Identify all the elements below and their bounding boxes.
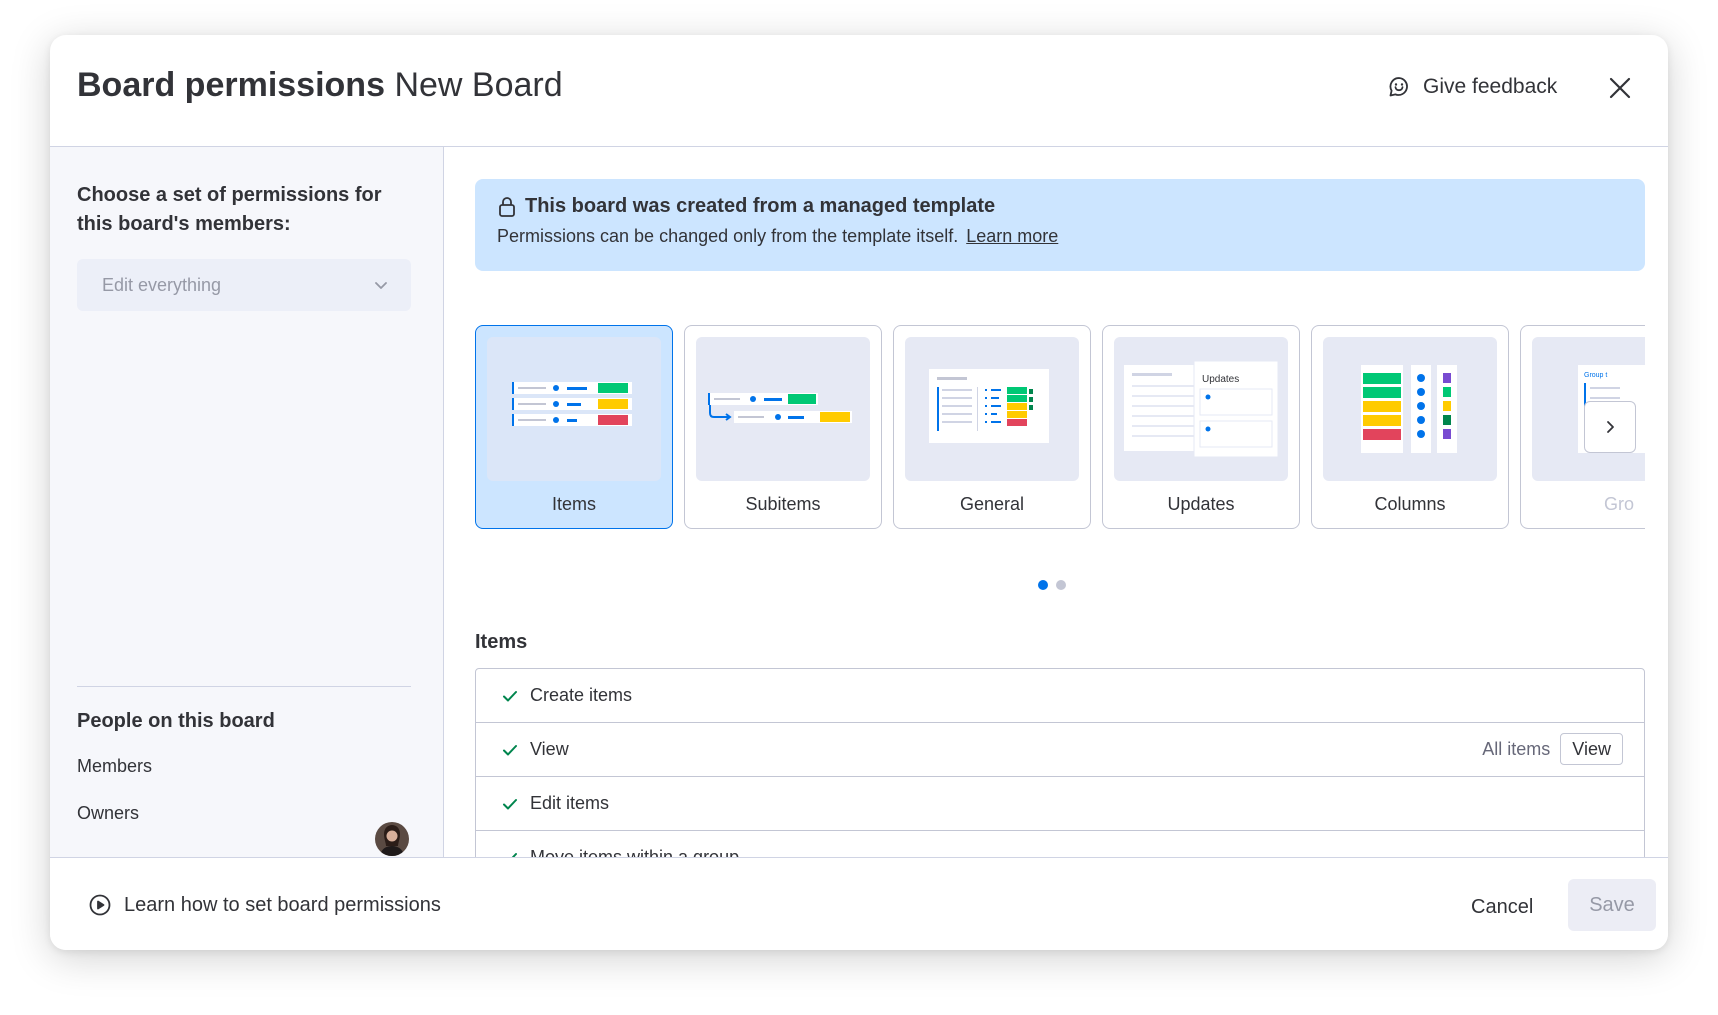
permission-set-dropdown[interactable]: Edit everything [77,259,411,311]
feedback-icon [1389,77,1408,97]
section-title: Items [475,631,528,653]
view-scope-button[interactable]: View [1560,733,1623,765]
check-icon [504,852,517,857]
chevron-down-icon [375,282,387,289]
columns-illustration [1323,337,1497,481]
board-permissions-dialog: Board permissions New Board Give feedbac… [50,35,1668,950]
learn-board-permissions-label: Learn how to set board permissions [124,893,441,916]
category-label: Columns [1374,494,1446,514]
carousel-dot-1[interactable] [1038,580,1048,590]
close-button[interactable] [1605,73,1635,103]
permissions-sidebar: Choose a set of permissions for this boa… [50,147,444,857]
subitems-illustration [696,337,870,481]
save-button[interactable]: Save [1568,879,1656,931]
chevron-right-icon [1607,421,1614,433]
category-label: Updates [1167,494,1235,514]
category-label: Subitems [745,494,821,514]
play-circle-icon [89,894,111,916]
board-name: New Board [394,66,563,104]
learn-board-permissions-link[interactable]: Learn how to set board permissions [88,893,441,917]
items-illustration [487,337,661,481]
give-feedback-button[interactable]: Give feedback [1387,71,1557,103]
learn-more-link[interactable]: Learn more [966,226,1058,246]
groups-thumb-title: Group t [1584,372,1607,379]
category-label: Items [551,494,596,514]
dialog-header: Board permissions New Board Give feedbac… [50,35,1668,147]
owners-label: Owners [77,803,140,823]
category-card-general[interactable]: General [893,325,1091,529]
dialog-title-bold: Board permissions [77,66,385,104]
dialog-footer: Learn how to set board permissions Cance… [50,857,1668,950]
dialog-title: Board permissions New Board [77,63,563,107]
category-card-subitems[interactable]: Subitems [684,325,882,529]
permission-category-carousel: Items Subitems General Updates Updates C… [475,325,1645,531]
general-illustration [905,337,1079,481]
updates-thumb-title: Updates [1202,374,1239,385]
people-on-board-title: People on this board [77,710,275,732]
banner-text-row: Permissions can be changed only from the… [497,226,1623,247]
permission-label: Edit items [530,793,610,813]
check-icon [503,798,517,809]
permission-set-value: Edit everything [102,274,222,295]
updates-illustration: Updates [1114,337,1288,481]
permission-label: Create items [530,685,633,705]
cancel-button[interactable]: Cancel [1471,884,1533,930]
category-card-columns[interactable]: Columns [1311,325,1509,529]
permission-row: Move items within a group [476,831,1644,857]
members-label: Members [77,756,153,776]
permission-label: Move items within a group [530,847,740,857]
view-scope: All items [1482,738,1551,759]
owner-avatar[interactable] [375,822,409,856]
lock-icon [499,196,515,217]
banner-text: Permissions can be changed only from the… [497,226,959,246]
category-card-updates[interactable]: Updates Updates [1102,325,1300,529]
permission-row: View All items View [476,723,1644,777]
permission-label: View [530,739,569,759]
banner-title: This board was created from a managed te… [525,195,996,217]
check-icon [503,744,517,755]
permission-set-heading: Choose a set of permissions for this boa… [77,184,382,235]
check-icon [503,690,517,701]
permission-row: Create items [476,669,1644,723]
category-label: Gro [1603,494,1634,514]
permissions-main: This board was created from a managed te… [444,147,1668,857]
close-icon [1609,77,1631,99]
permission-row: Edit items [476,777,1644,831]
carousel-dot-2[interactable] [1056,580,1066,590]
permissions-list: Create items View All items View Edit it… [475,668,1645,857]
sidebar-divider [77,686,411,687]
carousel-next-button[interactable] [1584,401,1636,453]
managed-template-banner: This board was created from a managed te… [475,179,1645,271]
give-feedback-label: Give feedback [1423,75,1558,98]
carousel-pagination [1038,580,1066,590]
category-label: General [959,494,1025,514]
category-card-items[interactable]: Items [475,325,673,529]
